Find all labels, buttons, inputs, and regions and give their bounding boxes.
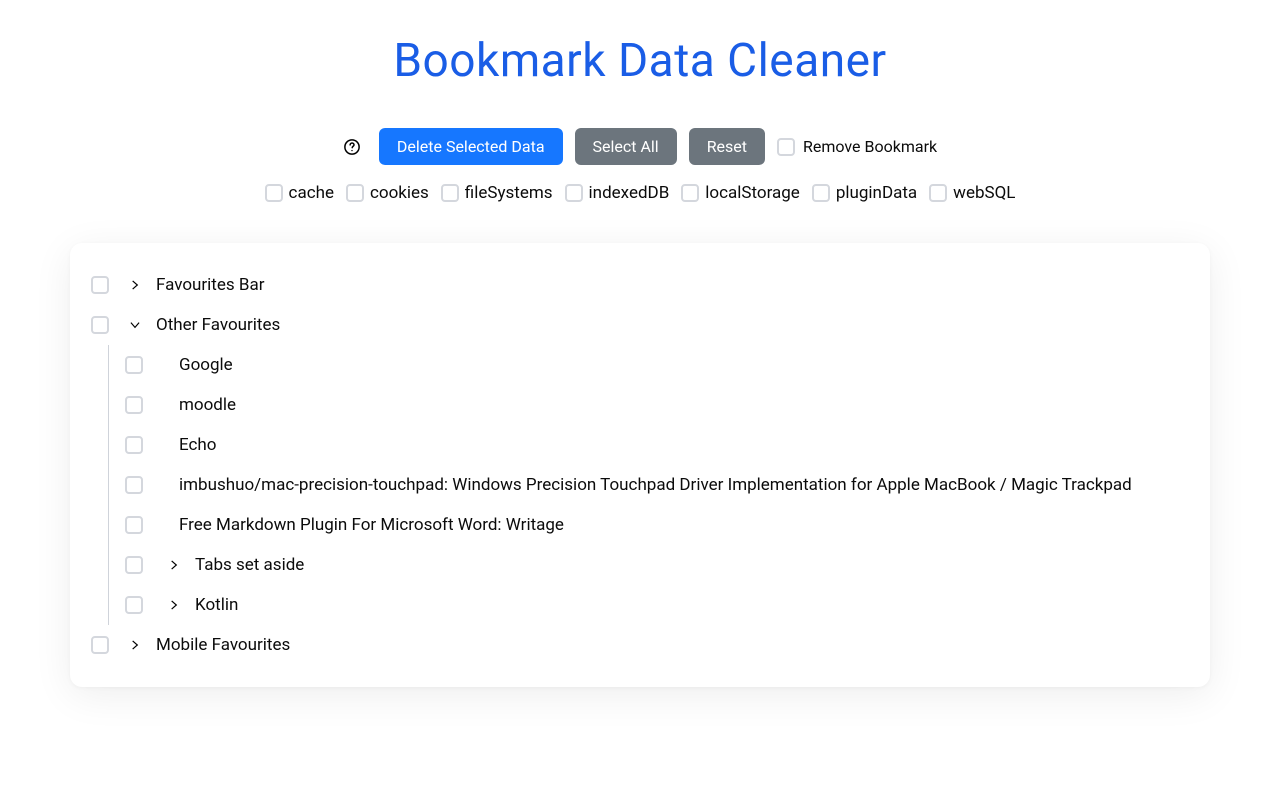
option-plugindata-checkbox[interactable] — [812, 184, 830, 202]
data-options-row: cache cookies fileSystems indexedDB loca… — [0, 183, 1280, 203]
bookmarks-panel: Favourites Bar Other Favourites Google m… — [70, 243, 1210, 687]
chevron-right-icon[interactable] — [120, 638, 150, 652]
option-localstorage-label: localStorage — [705, 183, 800, 203]
bookmark-checkbox[interactable] — [125, 436, 143, 454]
mobile-favourites-checkbox[interactable] — [91, 636, 109, 654]
tree-bookmark-label: imbushuo/mac-precision-touchpad: Windows… — [159, 475, 1200, 495]
chevron-right-icon[interactable] — [120, 278, 150, 292]
option-filesystems-checkbox[interactable] — [441, 184, 459, 202]
select-all-button[interactable]: Select All — [575, 128, 677, 165]
tree-bookmark-moodle[interactable]: moodle — [109, 385, 1200, 425]
bookmark-checkbox[interactable] — [125, 476, 143, 494]
remove-bookmark-checkbox[interactable] — [777, 138, 795, 156]
tree-bookmark-label: moodle — [159, 395, 1200, 415]
remove-bookmark-label: Remove Bookmark — [803, 137, 937, 156]
tree-folder-label: Kotlin — [189, 595, 1200, 615]
tree-bookmark-writage[interactable]: Free Markdown Plugin For Microsoft Word:… — [109, 505, 1200, 545]
favourites-bar-checkbox[interactable] — [91, 276, 109, 294]
tree-bookmark-google[interactable]: Google — [109, 345, 1200, 385]
option-indexeddb-checkbox[interactable] — [565, 184, 583, 202]
option-plugindata-label: pluginData — [836, 183, 917, 203]
option-localstorage-checkbox[interactable] — [681, 184, 699, 202]
chevron-right-icon[interactable] — [159, 598, 189, 612]
tree-bookmark-imbushuo[interactable]: imbushuo/mac-precision-touchpad: Windows… — [109, 465, 1200, 505]
option-cookies-checkbox[interactable] — [346, 184, 364, 202]
tree-folder-label: Mobile Favourites — [150, 635, 1200, 655]
option-indexeddb-label: indexedDB — [589, 183, 670, 203]
chevron-down-icon[interactable] — [120, 318, 150, 332]
other-favourites-children: Google moodle Echo imbushuo/mac-precisio… — [108, 345, 1200, 625]
tree-bookmark-label: Google — [159, 355, 1200, 375]
tree-folder-label: Other Favourites — [150, 315, 1200, 335]
bookmark-checkbox[interactable] — [125, 356, 143, 374]
tree-folder-label: Tabs set aside — [189, 555, 1200, 575]
option-cache-checkbox[interactable] — [265, 184, 283, 202]
tree-folder-label: Favourites Bar — [150, 275, 1200, 295]
tree-folder-favourites-bar[interactable]: Favourites Bar — [80, 265, 1200, 305]
tree-bookmark-label: Free Markdown Plugin For Microsoft Word:… — [159, 515, 1200, 535]
bookmark-checkbox[interactable] — [125, 396, 143, 414]
toolbar: Delete Selected Data Select All Reset Re… — [0, 128, 1280, 165]
folder-checkbox[interactable] — [125, 596, 143, 614]
folder-checkbox[interactable] — [125, 556, 143, 574]
option-filesystems-label: fileSystems — [465, 183, 553, 203]
bookmark-checkbox[interactable] — [125, 516, 143, 534]
tree-bookmark-label: Echo — [159, 435, 1200, 455]
tree-folder-other-favourites[interactable]: Other Favourites — [80, 305, 1200, 345]
tree-folder-kotlin[interactable]: Kotlin — [109, 585, 1200, 625]
option-cache-label: cache — [289, 183, 334, 203]
help-icon[interactable] — [343, 138, 361, 156]
reset-button[interactable]: Reset — [689, 128, 765, 165]
option-cookies-label: cookies — [370, 183, 429, 203]
other-favourites-checkbox[interactable] — [91, 316, 109, 334]
delete-selected-button[interactable]: Delete Selected Data — [379, 128, 563, 165]
option-websql-label: webSQL — [953, 183, 1015, 203]
tree-bookmark-echo[interactable]: Echo — [109, 425, 1200, 465]
tree-folder-mobile-favourites[interactable]: Mobile Favourites — [80, 625, 1200, 665]
tree-folder-tabs-set-aside[interactable]: Tabs set aside — [109, 545, 1200, 585]
option-websql-checkbox[interactable] — [929, 184, 947, 202]
chevron-right-icon[interactable] — [159, 558, 189, 572]
page-title: Bookmark Data Cleaner — [0, 0, 1280, 94]
